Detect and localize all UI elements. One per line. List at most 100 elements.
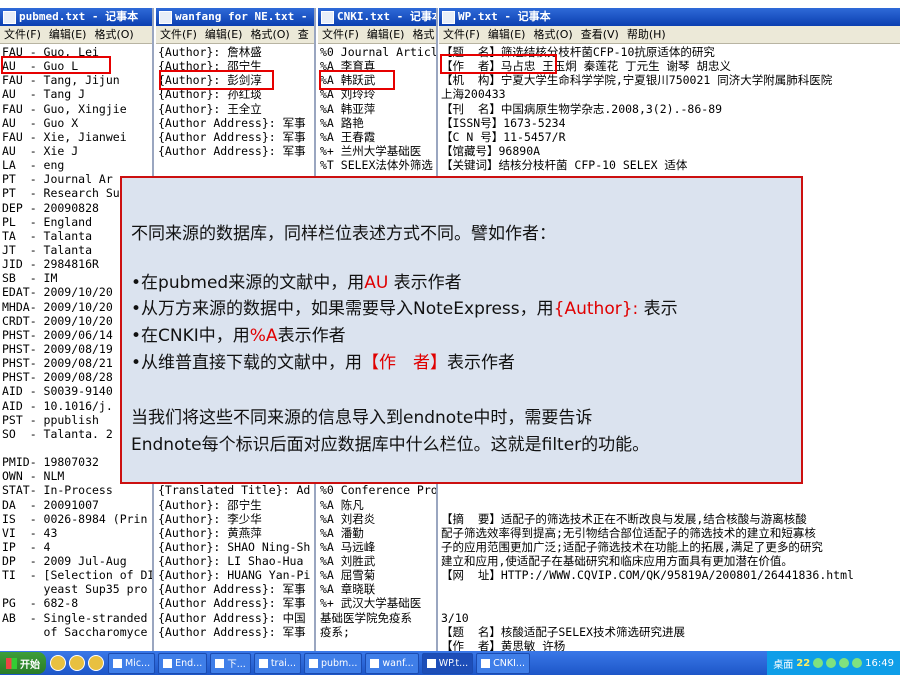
text-line: yeast Sup35 pro — [2, 582, 148, 597]
menu-format[interactable]: 格式(O) — [246, 26, 293, 43]
text-line — [441, 498, 898, 512]
folder-icon — [258, 658, 268, 668]
text-line: %0 Conference Pro — [320, 483, 436, 498]
text-line: {Author Address}: 军事 — [158, 129, 306, 144]
menu-edit[interactable]: 编辑(E) — [45, 26, 91, 43]
tray-icon[interactable] — [839, 658, 850, 668]
callout-bullet-pubmed: •在pubmed来源的文献中，用AU 表示作者 — [131, 273, 462, 293]
text-line: 【刊 名】中国病原生物学杂志.2008,3(2).-86-89 — [441, 101, 723, 116]
menu-view[interactable]: 查看(V) — [577, 26, 623, 43]
text-line: DP - 2009 Jul-Aug — [2, 554, 127, 569]
text-line: {Translated Title}: Ad — [158, 483, 311, 498]
menu-format[interactable]: 格式 — [408, 26, 436, 43]
text-line: %+ 兰州大学基础医 — [320, 143, 422, 158]
text-line: FAU - Tang, Jijun — [2, 73, 120, 88]
taskbar-button[interactable]: wanf... — [365, 652, 419, 674]
taskbar-button-active[interactable]: WP.t... — [421, 652, 474, 674]
wp-window-title: WP.txt - 记事本 — [458, 10, 551, 23]
cnki-menu-bar: 文件(F) 编辑(E) 格式 — [318, 26, 436, 44]
wanfang-title-bar[interactable]: wanfang for NE.txt - 记事 — [156, 8, 314, 26]
text-line: %A 章晓联 — [320, 582, 376, 597]
text-line: {Author}: LI Shao-Hua — [158, 554, 304, 569]
text-line: 子的应用范围更加广泛;适配子筛选技术在功能上的拓展,满足了更多的研究 — [441, 539, 823, 554]
menu-edit[interactable]: 编辑(E) — [363, 26, 409, 43]
menu-edit[interactable]: 编辑(E) — [201, 26, 247, 43]
app-icon — [215, 658, 225, 668]
text-line: {Author Address}: 军事 — [158, 624, 306, 639]
quick-launch-icon[interactable] — [69, 655, 85, 671]
menu-file[interactable]: 文件(F) — [0, 26, 45, 43]
taskbar-button[interactable]: pubm... — [303, 652, 363, 674]
text-line: {Author}: 詹林盛 — [158, 45, 262, 59]
tray-icon[interactable] — [826, 658, 837, 668]
text-line — [158, 158, 312, 172]
text-line: 建立和应用,使适配子在基础研究和临床应用方面具有更加潜在价值。 — [441, 554, 793, 569]
menu-edit[interactable]: 编辑(E) — [484, 26, 530, 43]
menu-file[interactable]: 文件(F) — [439, 26, 484, 43]
desktop-toolbar-label[interactable]: 桌面 — [773, 656, 793, 671]
text-line: %0 Journal Articl — [320, 45, 436, 59]
taskbar-button[interactable]: CNKI... — [476, 652, 530, 674]
text-line: AU - Guo X — [2, 115, 79, 130]
text-line: 【C N 号】11-5457/R — [441, 129, 566, 144]
callout-conclusion-line-2: Endnote每个标识后面对应数据库中什么栏位。这就是filter的功能。 — [131, 435, 650, 455]
start-button[interactable]: 开始 — [0, 652, 46, 674]
cnki-title-bar[interactable]: CNKI.txt - 记事本 — [318, 8, 436, 26]
quick-launch-icon[interactable] — [50, 655, 66, 671]
notepad-icon — [370, 658, 380, 668]
windows-taskbar: 开始 Mic... End... 下... trai... pubm... wa… — [0, 651, 900, 675]
text-line: 3/10 — [441, 610, 469, 625]
menu-format[interactable]: 格式(O) — [90, 26, 137, 43]
text-line: IS - 0026-8984 (Prin — [2, 511, 148, 526]
quick-launch-icon[interactable] — [88, 655, 104, 671]
text-line: {Author Address}: 军事 — [158, 596, 306, 611]
taskbar-button[interactable]: Mic... — [108, 652, 156, 674]
wp-author-highlight-box — [440, 54, 557, 74]
text-line: %A 潘勤 — [320, 525, 364, 540]
tray-icon[interactable] — [852, 658, 863, 668]
text-line: %A 刘君炎 — [320, 511, 376, 526]
app-icon — [163, 658, 173, 668]
callout-bullet-vip: •从维普直接下载的文献中，用【作 者】表示作者 — [131, 353, 516, 373]
text-line: VI - 43 — [2, 525, 58, 540]
text-line: {Author Address}: 军事 — [158, 582, 306, 597]
text-line: 疫系; — [320, 624, 350, 639]
pubmed-title-bar[interactable]: pubmed.txt - 记事本 — [0, 8, 152, 26]
text-line: %A 韩亚萍 — [320, 101, 376, 116]
taskbar-button[interactable]: End... — [158, 652, 208, 674]
cnki-percent-a-highlight-box — [319, 70, 395, 90]
text-line: %A 马远峰 — [320, 539, 376, 554]
menu-view[interactable]: 查 — [294, 26, 313, 43]
text-line: {Author}: 王全立 — [158, 101, 262, 116]
tray-icon[interactable] — [813, 658, 824, 668]
clock[interactable]: 16:49 — [865, 658, 894, 669]
system-tray: 桌面 22 16:49 — [767, 651, 900, 675]
text-line: 基础医学院免疫系 — [320, 610, 412, 625]
text-line: FAU - Xie, Jianwei — [2, 129, 127, 144]
text-line — [441, 483, 898, 497]
menu-file[interactable]: 文件(F) — [318, 26, 363, 43]
taskbar-button[interactable]: trai... — [253, 652, 301, 674]
wanfang-menu-bar: 文件(F) 编辑(E) 格式(O) 查 — [156, 26, 314, 44]
wp-menu-bar: 文件(F) 编辑(E) 格式(O) 查看(V) 帮助(H) — [439, 26, 900, 44]
wp-title-bar[interactable]: WP.txt - 记事本 — [439, 8, 900, 26]
callout-bullet-cnki: •在CNKI中，用%A表示作者 — [131, 326, 346, 346]
menu-help[interactable]: 帮助(H) — [623, 26, 670, 43]
text-line: AU - Tang J — [2, 87, 86, 102]
notepad-icon — [481, 658, 491, 668]
text-line: 【馆藏号】96890A — [441, 143, 541, 158]
text-line: 配子筛选效率得到提高;无引物结合部位适配子的筛选技术的建立和短寡核 — [441, 525, 816, 540]
text-line: of Saccharomyce — [2, 624, 148, 639]
menu-format[interactable]: 格式(O) — [529, 26, 576, 43]
menu-file[interactable]: 文件(F) — [156, 26, 201, 43]
text-line: %+ 武汉大学基础医 — [320, 596, 422, 611]
taskbar-button[interactable]: 下... — [210, 652, 251, 674]
wanfang-tag-highlight: {Author}: — [553, 299, 639, 319]
text-line: IP - 4 — [2, 539, 51, 554]
text-line: STAT- In-Process — [2, 483, 113, 498]
pubmed-tag-highlight: AU — [364, 273, 389, 293]
text-line: 【关键词】结核分枝杆菌 CFP-10 SELEX 适体 — [441, 158, 688, 173]
text-line: DA - 20091007 — [2, 497, 99, 512]
text-line: {Author}: 黄燕萍 — [158, 525, 262, 540]
text-line: 上海200433 — [441, 87, 506, 102]
